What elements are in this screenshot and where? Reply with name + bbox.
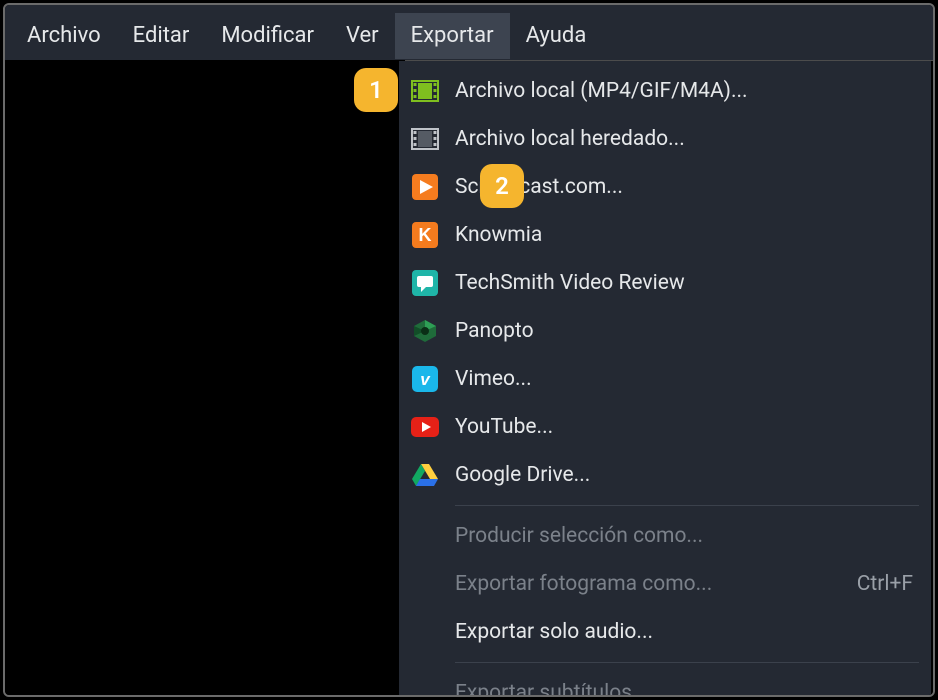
export-youtube[interactable]: YouTube...: [399, 403, 931, 451]
menu-item-label: Google Drive...: [455, 463, 913, 487]
menu-ver[interactable]: Ver: [330, 13, 395, 59]
export-local-legacy[interactable]: Archivo local heredado...: [399, 115, 931, 163]
export-google-drive[interactable]: Google Drive...: [399, 451, 931, 499]
menu-item-label: YouTube...: [455, 415, 913, 439]
export-local-mp4[interactable]: Archivo local (MP4/GIF/M4A)...: [399, 67, 931, 115]
window-frame: Archivo Editar Modificar Ver Exportar Ay…: [3, 3, 935, 697]
techsmith-icon: [411, 269, 439, 297]
menu-item-label: Archivo local (MP4/GIF/M4A)...: [455, 79, 913, 103]
menu-item-shortcut: Ctrl+F: [857, 572, 913, 596]
menu-label: Exportar: [411, 23, 494, 48]
callout-label: 1: [369, 76, 383, 104]
export-panopto[interactable]: Panopto: [399, 307, 931, 355]
film-gray-icon: [411, 125, 439, 153]
menu-item-label: TechSmith Video Review: [455, 271, 913, 295]
export-screencast[interactable]: Screencast.com...: [399, 163, 931, 211]
menu-separator: [455, 505, 919, 506]
menu-exportar[interactable]: Exportar: [395, 13, 510, 59]
menu-item-label: Producir selección como...: [455, 524, 913, 548]
export-frame-as: Exportar fotograma como... Ctrl+F: [399, 560, 931, 608]
export-dropdown: Archivo local (MP4/GIF/M4A)... Archivo l…: [399, 61, 931, 697]
export-techsmith[interactable]: TechSmith Video Review: [399, 259, 931, 307]
menu-item-label: Panopto: [455, 319, 913, 343]
callout-2: 2: [480, 164, 524, 208]
menubar: Archivo Editar Modificar Ver Exportar Ay…: [5, 5, 933, 60]
export-knowmia[interactable]: K Knowmia: [399, 211, 931, 259]
vimeo-icon: v: [411, 365, 439, 393]
callout-label: 2: [495, 172, 509, 200]
menu-ayuda[interactable]: Ayuda: [510, 13, 603, 59]
svg-text:K: K: [419, 225, 432, 245]
menu-item-label: Vimeo...: [455, 367, 913, 391]
menu-label: Ayuda: [526, 23, 587, 48]
callout-1: 1: [354, 68, 398, 112]
menu-separator: [455, 662, 919, 663]
panopto-icon: [411, 317, 439, 345]
menu-editar[interactable]: Editar: [117, 13, 206, 59]
export-audio-only[interactable]: Exportar solo audio...: [399, 608, 931, 656]
menu-label: Archivo: [27, 23, 101, 48]
youtube-icon: [411, 413, 439, 441]
menu-modificar[interactable]: Modificar: [205, 13, 330, 59]
menu-item-label: Exportar fotograma como...: [455, 572, 857, 596]
export-produce-selection: Producir selección como...: [399, 512, 931, 560]
menu-item-label: Exportar subtítulos...: [455, 681, 913, 697]
menu-label: Modificar: [221, 23, 314, 48]
menu-item-label: Exportar solo audio...: [455, 620, 913, 644]
menu-archivo[interactable]: Archivo: [11, 13, 117, 59]
google-drive-icon: [411, 461, 439, 489]
content-area: Archivo local (MP4/GIF/M4A)... Archivo l…: [5, 61, 933, 695]
menu-item-label: Knowmia: [455, 223, 913, 247]
export-subtitles: Exportar subtítulos...: [399, 669, 931, 697]
menu-label: Editar: [133, 23, 190, 48]
menu-label: Ver: [346, 23, 379, 48]
knowmia-icon: K: [411, 221, 439, 249]
svg-text:v: v: [420, 370, 431, 389]
menu-item-label: Archivo local heredado...: [455, 127, 913, 151]
export-vimeo[interactable]: v Vimeo...: [399, 355, 931, 403]
screencast-icon: [411, 173, 439, 201]
film-green-icon: [411, 77, 439, 105]
